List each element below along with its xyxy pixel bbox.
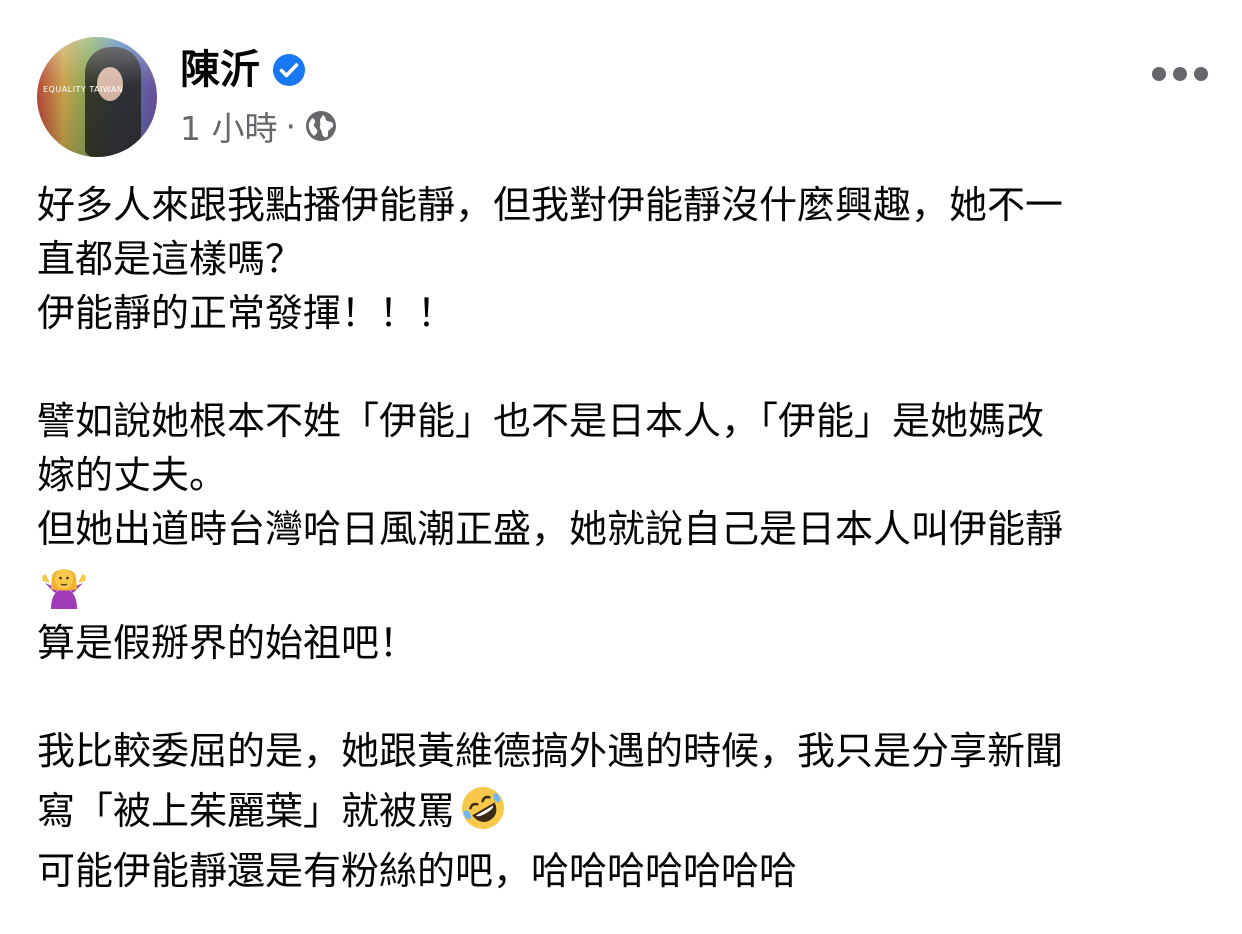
post-text-line: 但她出道時台灣哈日風潮正盛，她就說自己是日本人叫伊能靜 [37,507,1064,551]
avatar-overlay [37,37,157,157]
author-avatar[interactable]: EQUALITY TAIWAN [37,37,157,157]
author-row: 陳沂 [180,42,306,98]
avatar-logo-text: EQUALITY TAIWAN [43,85,124,94]
verified-badge-icon [272,53,306,87]
post-text-line: 我比較委屈的是，她跟黃維德搞外遇的時候，我只是分享新聞 [37,729,1064,773]
author-name[interactable]: 陳沂 [180,42,260,98]
more-options-icon[interactable] [1152,64,1208,84]
post-text-line: 好多人來跟我點播伊能靜，但我對伊能靜沒什麼興趣，她不一 [37,183,1064,227]
rolling-on-floor-laughing-emoji-icon [459,784,507,832]
post-timestamp[interactable]: 1 小時 [180,102,278,150]
post-meta: 1 小時 · [180,104,338,148]
globe-icon[interactable] [304,109,338,143]
post-text-line: 可能伊能靜還是有粉絲的吧，哈哈哈哈哈哈哈 [37,849,798,893]
post-text-line-with-emoji: 寫「被上茱麗葉」就被罵 [37,778,1207,844]
facebook-post: EQUALITY TAIWAN 陳沂 1 小時 · 好多人來跟我點播伊能靜，但我… [0,0,1242,934]
post-text-blank-line [37,670,1207,724]
post-text-line: 譬如說她根本不姓「伊能」也不是日本人，「伊能」是她媽改 [37,399,1045,443]
post-text-segment: 寫「被上茱麗葉」就被罵 [37,789,456,833]
post-text-line: 直都是這樣嗎？ [37,237,304,281]
post-body: 好多人來跟我點播伊能靜，但我對伊能靜沒什麼興趣，她不一 直都是這樣嗎？ 伊能靜的… [37,178,1207,898]
post-text-line: 算是假掰界的始祖吧！ [37,621,418,665]
emoji-line [37,556,1207,616]
post-text-line: 伊能靜的正常發揮！！！ [37,291,456,335]
person-shrugging-emoji-icon [37,563,91,609]
meta-separator: · [285,106,297,146]
post-text-blank-line [37,340,1207,394]
post-text-line: 嫁的丈夫。 [37,453,228,497]
